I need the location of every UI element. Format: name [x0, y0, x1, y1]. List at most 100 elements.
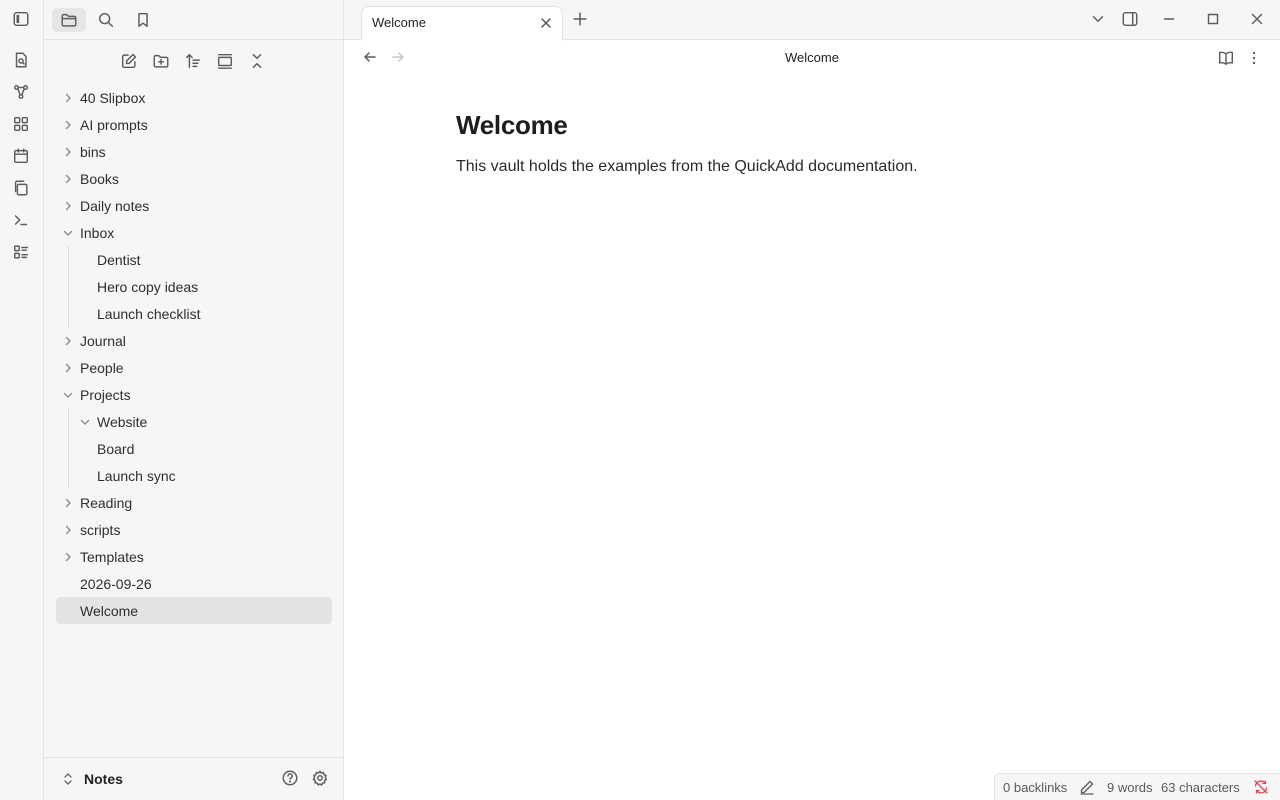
- tree-item-label: Website: [97, 413, 148, 430]
- sidebar-toggle-icon[interactable]: [12, 10, 32, 30]
- quick-switcher-icon[interactable]: [12, 51, 32, 71]
- tree-item-label: scripts: [80, 521, 121, 538]
- file-nav-actions: [44, 50, 344, 74]
- tree-folder[interactable]: Templates: [56, 543, 332, 570]
- chevron-right-icon[interactable]: [62, 362, 74, 374]
- chevron-right-icon[interactable]: [62, 200, 74, 212]
- ribbon: [0, 0, 44, 800]
- maximize-icon[interactable]: [1204, 10, 1224, 30]
- tab-title: Welcome: [372, 15, 426, 30]
- tree-folder[interactable]: AI prompts: [56, 111, 332, 138]
- auto-reveal-icon[interactable]: [216, 52, 236, 72]
- tree-folder[interactable]: bins: [56, 138, 332, 165]
- new-tab-plus-icon[interactable]: [571, 10, 591, 30]
- tree-folder[interactable]: Website: [56, 408, 332, 435]
- tree-folder[interactable]: scripts: [56, 516, 332, 543]
- chevron-down-icon[interactable]: [79, 416, 91, 428]
- view-header: Welcome: [344, 40, 1280, 76]
- tree-folder[interactable]: Projects: [56, 381, 332, 408]
- tab-welcome[interactable]: Welcome: [361, 6, 563, 41]
- indent-guide: [68, 246, 69, 327]
- chevron-right-icon[interactable]: [62, 335, 74, 347]
- status-bar: 0 backlinks 9 words 63 characters: [994, 773, 1280, 800]
- edit-pencil-icon[interactable]: [1079, 779, 1095, 795]
- chevron-right-icon[interactable]: [62, 497, 74, 509]
- tree-folder[interactable]: 40 Slipbox: [56, 84, 332, 111]
- tree-folder[interactable]: Journal: [56, 327, 332, 354]
- collapse-all-icon[interactable]: [248, 52, 268, 72]
- chevron-right-icon[interactable]: [62, 551, 74, 563]
- tree-folder[interactable]: Reading: [56, 489, 332, 516]
- kanban-icon[interactable]: [12, 243, 32, 263]
- note-body[interactable]: This vault holds the examples from the Q…: [456, 158, 1156, 176]
- folder-icon: [60, 11, 78, 29]
- tree-item-label: Templates: [80, 548, 144, 565]
- chevron-down-icon[interactable]: [62, 389, 74, 401]
- word-count: 9 words: [1107, 780, 1153, 795]
- canvas-icon[interactable]: [12, 115, 32, 135]
- tree-item-label: Inbox: [80, 224, 115, 241]
- tree-item-label: 2026-09-26: [80, 575, 152, 592]
- tree-folder[interactable]: Daily notes: [56, 192, 332, 219]
- file-tree: 40 Slipbox AI prompts bins Books Daily notes…: [56, 84, 332, 624]
- note-heading[interactable]: Welcome: [456, 110, 1156, 141]
- tree-file[interactable]: Dentist: [56, 246, 332, 273]
- command-palette-icon[interactable]: [12, 211, 32, 231]
- tree-file[interactable]: Welcome: [56, 597, 332, 624]
- search-icon: [97, 11, 115, 29]
- tree-folder[interactable]: Books: [56, 165, 332, 192]
- vault-switcher: Notes: [44, 757, 344, 800]
- sort-order-icon[interactable]: [184, 52, 204, 72]
- new-note-icon[interactable]: [120, 52, 140, 72]
- new-folder-icon[interactable]: [152, 52, 172, 72]
- sync-error-icon[interactable]: [1253, 779, 1269, 795]
- chevron-right-icon[interactable]: [62, 146, 74, 158]
- tree-file[interactable]: Board: [56, 435, 332, 462]
- chevron-right-icon[interactable]: [62, 119, 74, 131]
- view-title[interactable]: Welcome: [344, 50, 1280, 65]
- tab-bookmarks[interactable]: [126, 8, 160, 32]
- tab-list-chevron-down-icon[interactable]: [1089, 10, 1109, 30]
- backlinks-count[interactable]: 0 backlinks: [1003, 780, 1067, 795]
- tree-file[interactable]: 2026-09-26: [56, 570, 332, 597]
- sidebar-right-icon[interactable]: [1121, 10, 1141, 30]
- chevron-right-icon[interactable]: [62, 524, 74, 536]
- tree-file[interactable]: Hero copy ideas: [56, 273, 332, 300]
- window-close-icon[interactable]: [1248, 10, 1268, 30]
- tree-folder[interactable]: People: [56, 354, 332, 381]
- tree-item-label: AI prompts: [80, 116, 148, 133]
- more-options-icon[interactable]: [1245, 49, 1263, 67]
- tree-item-label: People: [80, 359, 124, 376]
- tree-file[interactable]: Launch sync: [56, 462, 332, 489]
- chevron-right-icon[interactable]: [62, 173, 74, 185]
- tab-search[interactable]: [89, 8, 123, 32]
- tree-item-label: Dentist: [97, 251, 141, 268]
- chevron-down-icon[interactable]: [62, 227, 74, 239]
- tree-file[interactable]: Launch checklist: [56, 300, 332, 327]
- indent-guide: [68, 408, 69, 489]
- settings-gear-icon[interactable]: [311, 769, 331, 789]
- note-content[interactable]: Welcome This vault holds the examples fr…: [456, 110, 1156, 176]
- tree-folder[interactable]: Inbox: [56, 219, 332, 246]
- chevron-up-down-icon[interactable]: [62, 771, 74, 787]
- tree-item-label: Reading: [80, 494, 133, 511]
- help-icon[interactable]: [281, 769, 301, 789]
- sidebar-tab-bar: [44, 0, 344, 40]
- graph-view-icon[interactable]: [12, 83, 32, 103]
- templates-icon[interactable]: [12, 179, 32, 199]
- tree-item-label: Projects: [80, 386, 131, 403]
- chevron-right-icon[interactable]: [62, 92, 74, 104]
- reading-view-book-icon[interactable]: [1217, 49, 1235, 67]
- minimize-icon[interactable]: [1160, 10, 1180, 30]
- tab-bar: Welcome: [344, 0, 1280, 41]
- tab-files[interactable]: [52, 8, 86, 32]
- tree-item-label: bins: [80, 143, 106, 160]
- tree-item-label: Launch checklist: [97, 305, 201, 322]
- tree-item-label: Journal: [80, 332, 126, 349]
- tree-item-label: Books: [80, 170, 119, 187]
- daily-note-icon[interactable]: [12, 147, 32, 167]
- close-icon[interactable]: [539, 16, 553, 30]
- tree-item-label: Hero copy ideas: [97, 278, 199, 295]
- vault-name[interactable]: Notes: [84, 771, 123, 787]
- tree-item-label: Board: [97, 440, 135, 457]
